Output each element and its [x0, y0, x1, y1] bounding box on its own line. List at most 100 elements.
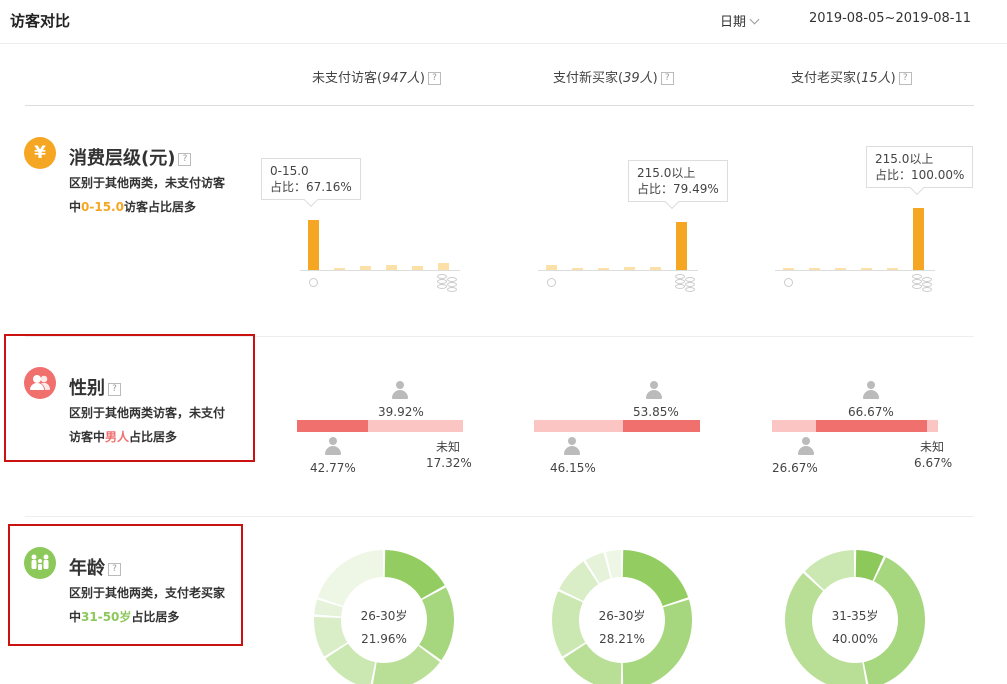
tooltip-range: 0-15.0	[270, 164, 309, 178]
spend-bar[interactable]	[360, 266, 371, 270]
age-donut-slice[interactable]	[552, 591, 586, 657]
donut-center-label: 26-30岁	[598, 609, 646, 623]
person-icon	[862, 381, 880, 399]
coin-stack-icon	[675, 274, 697, 292]
header-divider	[25, 105, 974, 106]
gender-segment-unknown[interactable]	[926, 420, 938, 432]
person-head	[650, 381, 658, 389]
age-donut-slice[interactable]	[384, 550, 445, 599]
unknown-percentage: 17.32%	[426, 456, 472, 470]
description-text: 占比居多	[131, 610, 180, 624]
gender-bar	[297, 420, 463, 432]
spend-bar[interactable]	[546, 265, 557, 270]
tooltip-range: 215.0以上	[875, 152, 934, 166]
help-icon[interactable]: ?	[108, 562, 121, 576]
yen-icon: ¥	[24, 137, 56, 169]
section-title-text: 性别	[69, 378, 105, 399]
chart-baseline	[538, 270, 698, 271]
person-body	[564, 446, 580, 455]
coin-icon	[309, 278, 318, 287]
male-percentage: 46.15%	[550, 461, 596, 475]
person-head	[568, 437, 576, 445]
spend-bar[interactable]	[334, 268, 345, 270]
tooltip-ratio: 占比：67.16%	[270, 180, 352, 194]
spend-bar[interactable]	[650, 266, 661, 270]
person-body	[863, 390, 879, 399]
help-icon[interactable]: ?	[108, 382, 121, 396]
help-icon[interactable]: ?	[178, 152, 192, 166]
spend-tooltip: 215.0以上占比：79.49%	[628, 160, 728, 202]
help-icon[interactable]: ?	[660, 72, 674, 85]
person-icon	[645, 381, 663, 399]
gender-segment-male[interactable]	[623, 420, 700, 432]
unknown-percentage: 6.67%	[914, 456, 953, 470]
spend-bar[interactable]	[598, 268, 609, 270]
spend-tooltip: 0-15.0 占比：67.16%	[261, 158, 361, 200]
coin-stack-icon	[912, 274, 934, 292]
spend-bar[interactable]	[887, 268, 898, 270]
person-icon	[324, 437, 342, 455]
donut-center-value: 21.96%	[361, 632, 407, 646]
age-donut-slice[interactable]	[622, 550, 689, 606]
person-body	[646, 390, 662, 399]
gender-segment-female[interactable]	[816, 420, 927, 432]
age-donut-slice[interactable]	[317, 550, 384, 606]
person-head	[396, 381, 404, 389]
section-title-text: 消费层级(元)	[69, 148, 176, 169]
description-highlight: 男人	[105, 430, 130, 444]
date-range-picker[interactable]: 2019-08-05~2019-08-11	[809, 11, 971, 26]
coin-icon	[784, 278, 793, 287]
spend-section-title: 消费层级(元)?	[69, 144, 192, 170]
person-icon	[563, 437, 581, 455]
description-text: 占比居多	[129, 430, 178, 444]
column-header-unpaid: 未支付访客(947人)?	[312, 67, 441, 86]
spend-bar[interactable]	[783, 268, 794, 270]
spend-bar[interactable]	[835, 268, 846, 270]
description-highlight: 0-15.0	[81, 200, 124, 214]
spend-tooltip: 215.0以上占比：100.00%	[866, 146, 974, 188]
chart-baseline	[300, 270, 460, 271]
spend-bar[interactable]	[861, 268, 872, 270]
person-icon	[797, 437, 815, 455]
gender-segment-male[interactable]	[297, 420, 368, 432]
gender-segment-female[interactable]	[534, 420, 624, 432]
person-icon	[391, 381, 409, 399]
column-header-label: 支付新买家	[553, 71, 619, 86]
gender-section-description: 区别于其他两类访客，未支付访客中男人占比居多	[69, 401, 225, 449]
date-type-dropdown[interactable]: 日期	[720, 11, 760, 30]
section-divider	[25, 516, 974, 517]
person-head	[867, 381, 875, 389]
tooltip-ratio: 占比：79.49%	[637, 182, 719, 196]
person-head	[802, 437, 810, 445]
tooltip-range: 215.0以上	[637, 166, 696, 180]
help-icon[interactable]: ?	[898, 72, 912, 85]
top-bar: 访客对比 日期 2019-08-05~2019-08-11	[0, 0, 1007, 44]
spend-bar[interactable]	[809, 268, 820, 270]
chevron-down-icon	[749, 14, 760, 25]
donut-center-value: 40.00%	[832, 632, 878, 646]
spend-bar[interactable]	[412, 266, 423, 270]
spend-bar[interactable]	[913, 208, 924, 270]
column-header-label: 支付老买家	[791, 71, 857, 86]
spend-bar[interactable]	[572, 268, 583, 270]
age-donut-slice[interactable]	[419, 587, 454, 661]
spend-bar[interactable]	[386, 265, 397, 270]
help-icon[interactable]: ?	[428, 72, 441, 85]
male-percentage: 26.67%	[772, 461, 818, 475]
gender-segment-male[interactable]	[772, 420, 817, 432]
column-header-old-buyers: 支付老买家(15人)?	[791, 67, 912, 86]
description-highlight: 31-50岁	[81, 610, 132, 624]
female-percentage: 53.85%	[633, 405, 679, 419]
column-header-new-buyers: 支付新买家(39人)?	[553, 67, 674, 86]
age-donut-slice[interactable]	[785, 572, 867, 684]
spend-bar[interactable]	[308, 220, 319, 270]
spend-bar[interactable]	[438, 262, 449, 270]
spend-bar[interactable]	[676, 222, 687, 270]
gender-segment-unknown[interactable]	[434, 420, 463, 432]
chart-baseline	[775, 270, 935, 271]
gender-segment-female[interactable]	[367, 420, 435, 432]
spend-bar[interactable]	[624, 266, 635, 270]
gender-bar	[534, 420, 700, 432]
column-header-count: 39人	[623, 71, 653, 86]
tooltip-ratio: 占比：100.00%	[875, 168, 965, 182]
